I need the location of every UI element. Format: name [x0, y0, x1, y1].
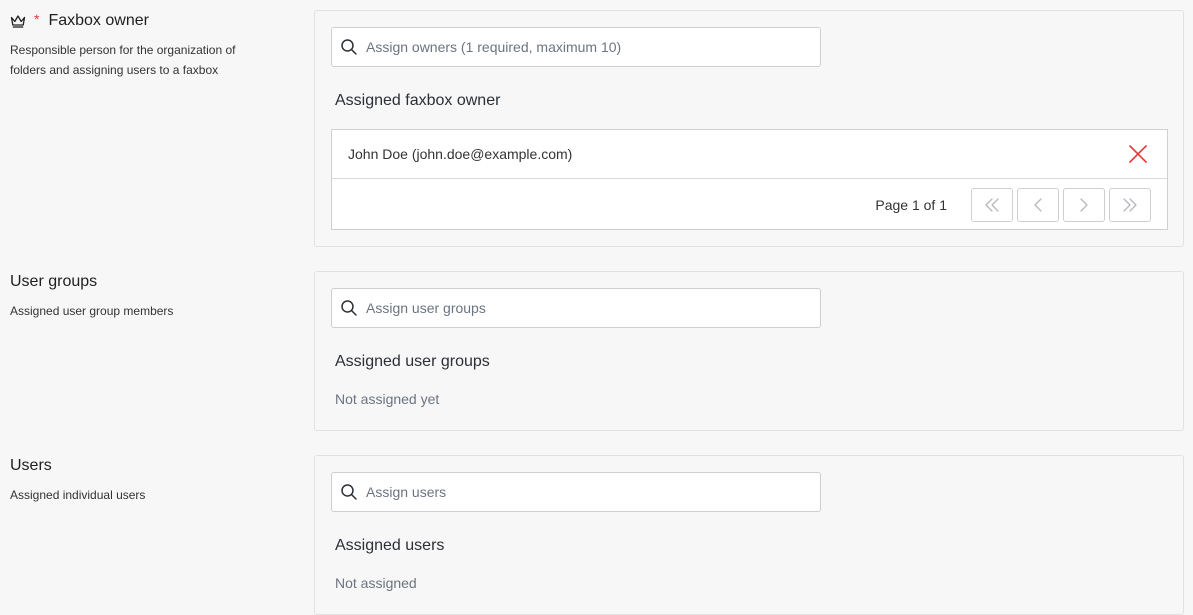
users-heading: Users: [10, 455, 300, 477]
search-icon: [340, 38, 358, 56]
owner-name: John Doe (john.doe@example.com): [348, 146, 573, 162]
faxbox-owner-label-column: * Faxbox owner Responsible person for th…: [10, 10, 300, 80]
assigned-owner-heading: Assigned faxbox owner: [335, 92, 501, 109]
users-label-column: Users Assigned individual users: [10, 455, 300, 505]
previous-page-button[interactable]: [1017, 187, 1059, 222]
users-empty-text: Not assigned: [335, 575, 417, 591]
double-chevron-right-icon: [1123, 197, 1137, 212]
users-title: Users: [10, 457, 52, 474]
close-icon: [1129, 145, 1147, 163]
page-indicator: Page 1 of 1: [875, 196, 947, 213]
chevron-left-icon: [1034, 197, 1042, 212]
user-groups-card: Assigned user groups Not assigned yet: [314, 271, 1184, 431]
table-row: John Doe (john.doe@example.com): [332, 130, 1167, 179]
search-icon: [340, 299, 358, 317]
users-description: Assigned individual users: [10, 488, 146, 502]
faxbox-owner-title: Faxbox owner: [48, 12, 149, 29]
chevron-right-icon: [1080, 197, 1088, 212]
faxbox-owner-heading: * Faxbox owner: [10, 10, 300, 32]
user-groups-empty-text: Not assigned yet: [335, 391, 440, 407]
next-page-button[interactable]: [1063, 187, 1105, 222]
faxbox-owner-card: Assigned faxbox owner John Doe (john.doe…: [314, 10, 1184, 247]
crown-icon: [10, 14, 26, 28]
remove-owner-button[interactable]: [1127, 143, 1149, 165]
users-search-input[interactable]: [366, 484, 796, 500]
assigned-user-groups-heading: Assigned user groups: [335, 353, 490, 370]
double-chevron-left-icon: [985, 197, 999, 212]
pagination: Page 1 of 1: [332, 179, 1167, 230]
owner-search-box[interactable]: [331, 27, 821, 67]
last-page-button[interactable]: [1109, 187, 1151, 222]
owner-table: John Doe (john.doe@example.com) Page 1 o…: [331, 129, 1168, 230]
user-groups-description: Assigned user group members: [10, 304, 174, 318]
owner-search-input[interactable]: [366, 39, 796, 55]
required-marker: *: [34, 11, 40, 27]
user-groups-search-box[interactable]: [331, 288, 821, 328]
users-card: Assigned users Not assigned: [314, 455, 1184, 615]
search-icon: [340, 483, 358, 501]
first-page-button[interactable]: [971, 187, 1013, 222]
user-groups-search-input[interactable]: [366, 300, 796, 316]
assigned-users-heading: Assigned users: [335, 537, 445, 554]
users-search-box[interactable]: [331, 472, 821, 512]
faxbox-owner-description: Responsible person for the organization …: [10, 43, 236, 77]
user-groups-heading: User groups: [10, 271, 300, 293]
user-groups-title: User groups: [10, 273, 98, 290]
user-groups-label-column: User groups Assigned user group members: [10, 271, 300, 321]
